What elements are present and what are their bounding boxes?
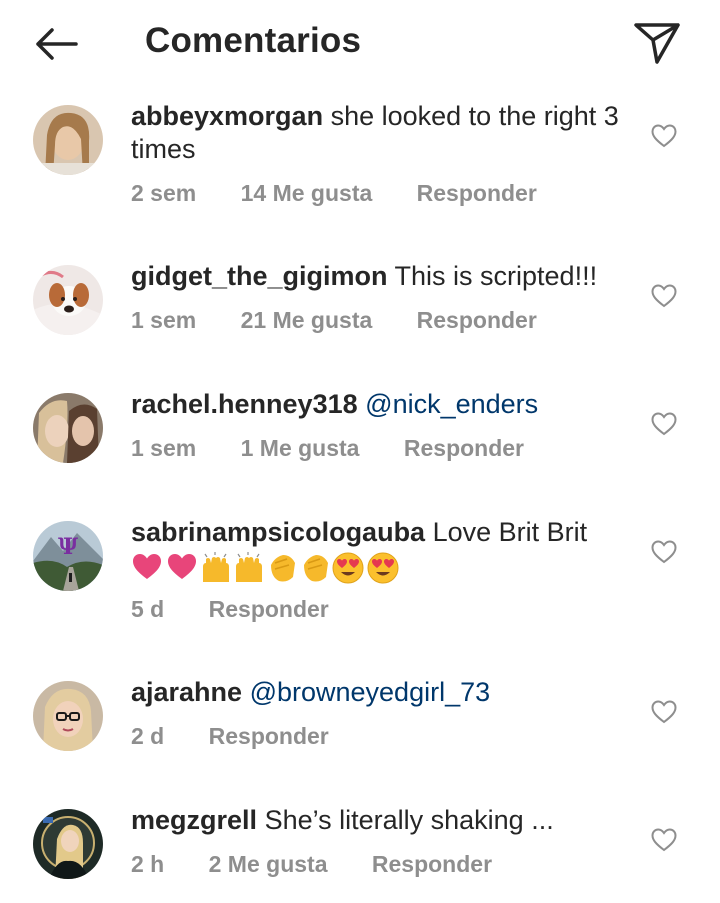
comment-time: 2 sem: [131, 180, 197, 206]
heart-emoji: [168, 554, 196, 579]
like-heart-icon[interactable]: [651, 828, 677, 852]
comment-body: Love Brit Brit: [432, 517, 588, 547]
comment-time: 1 sem: [131, 435, 197, 461]
comment-time: 5 d: [131, 596, 165, 622]
heart-emoji: [133, 554, 161, 579]
like-heart-icon[interactable]: [651, 540, 677, 564]
page-title: Comentarios: [145, 21, 362, 60]
avatar[interactable]: [33, 393, 103, 463]
mention-link[interactable]: @nick_enders: [365, 389, 538, 419]
comment-username[interactable]: ajarahne: [131, 677, 242, 707]
comment-text: sabrinampsicologauba Love Brit Brit: [131, 516, 631, 584]
back-arrow-icon[interactable]: [30, 22, 82, 66]
comment-likes[interactable]: 2 Me gusta: [209, 851, 328, 877]
comment-time: 1 sem: [131, 307, 197, 333]
comment-meta: 2 d Responder: [131, 723, 367, 750]
reply-button[interactable]: Responder: [209, 723, 329, 749]
comment-username[interactable]: megzgrell: [131, 805, 257, 835]
avatar[interactable]: Ψ: [33, 521, 103, 591]
header: Comentarios: [0, 0, 720, 88]
comment-likes[interactable]: 1 Me gusta: [241, 435, 360, 461]
comment-username[interactable]: sabrinampsicologauba: [131, 517, 425, 547]
raising-hands-emoji: [236, 552, 262, 582]
reply-button[interactable]: Responder: [417, 180, 537, 206]
reply-button[interactable]: Responder: [209, 596, 329, 622]
svg-text:Ψ: Ψ: [58, 534, 78, 560]
emoji-row: [131, 551, 631, 584]
mention-link[interactable]: @browneyedgirl_73: [250, 677, 491, 707]
reply-button[interactable]: Responder: [372, 851, 492, 877]
comment-meta: 1 sem 21 Me gusta Responder: [131, 307, 575, 334]
comment-username[interactable]: gidget_the_gigimon: [131, 261, 388, 291]
comment-username[interactable]: abbeyxmorgan: [131, 101, 323, 131]
avatar[interactable]: [33, 681, 103, 751]
comment-username[interactable]: rachel.henney318: [131, 389, 358, 419]
reply-button[interactable]: Responder: [404, 435, 524, 461]
share-direct-icon[interactable]: [632, 18, 682, 68]
heart-eyes-emoji: [367, 552, 399, 584]
avatar[interactable]: [33, 265, 103, 335]
comment-text: megzgrell She’s literally shaking ...: [131, 804, 631, 837]
heart-eyes-emoji: [332, 552, 364, 584]
comment-meta: 2 h 2 Me gusta Responder: [131, 851, 530, 878]
comment-text: rachel.henney318 @nick_enders: [131, 388, 631, 421]
comment-text: ajarahne @browneyedgirl_73: [131, 676, 631, 709]
comment-body: She’s literally shaking ...: [264, 805, 554, 835]
like-heart-icon[interactable]: [651, 124, 677, 148]
clapping-hands-emoji: [304, 555, 328, 582]
clapping-hands-emoji: [271, 555, 295, 582]
avatar[interactable]: [33, 105, 103, 175]
comment-text: abbeyxmorgan she looked to the right 3 t…: [131, 100, 631, 166]
comment-meta: 2 sem 14 Me gusta Responder: [131, 180, 575, 207]
reply-button[interactable]: Responder: [417, 307, 537, 333]
comment-text: gidget_the_gigimon This is scripted!!!: [131, 260, 631, 293]
comment-meta: 1 sem 1 Me gusta Responder: [131, 435, 562, 462]
comment-likes[interactable]: 14 Me gusta: [241, 180, 373, 206]
raising-hands-emoji: [203, 552, 229, 582]
comment-body: This is scripted!!!: [394, 261, 598, 291]
comment-time: 2 h: [131, 851, 165, 877]
avatar[interactable]: [33, 809, 103, 879]
like-heart-icon[interactable]: [651, 412, 677, 436]
like-heart-icon[interactable]: [651, 700, 677, 724]
like-heart-icon[interactable]: [651, 284, 677, 308]
comment-meta: 5 d Responder: [131, 596, 367, 623]
comment-likes[interactable]: 21 Me gusta: [241, 307, 373, 333]
comment-time: 2 d: [131, 723, 165, 749]
